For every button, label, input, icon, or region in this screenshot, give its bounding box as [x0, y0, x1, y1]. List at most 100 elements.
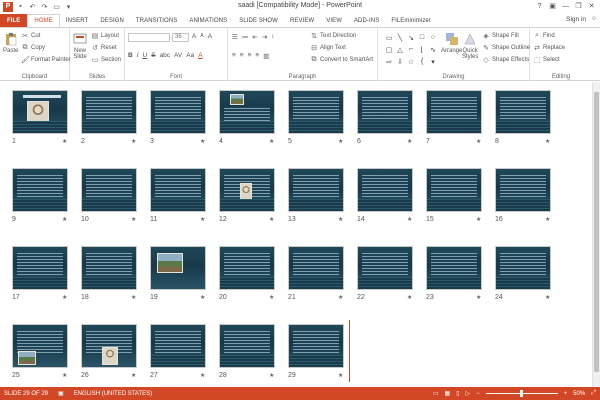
select-button[interactable]: ⬚ Select	[533, 56, 560, 64]
shadow-button[interactable]: abc	[160, 52, 170, 59]
slide-thumbnail[interactable]	[288, 168, 344, 212]
slide-transition-icon[interactable]: ★	[62, 138, 67, 145]
slide-sorter-view-icon[interactable]: ▦	[445, 390, 451, 397]
slide-thumbnail[interactable]	[150, 168, 206, 212]
tab-file[interactable]: FILE	[0, 14, 28, 27]
slide-thumbnail[interactable]	[495, 246, 551, 290]
slide-transition-icon[interactable]: ★	[62, 216, 67, 223]
slideshow-view-icon[interactable]: ▷	[466, 390, 471, 397]
minimize-button[interactable]: —	[559, 0, 572, 12]
align-right-icon[interactable]: ≡	[248, 52, 252, 60]
italic-button[interactable]: I	[137, 52, 139, 59]
slide-thumbnail[interactable]	[12, 90, 68, 134]
normal-view-icon[interactable]: ▭	[433, 390, 439, 397]
maximize-button[interactable]: ❐	[572, 0, 585, 12]
text-direction-button[interactable]: ⇅ Text Direction	[310, 32, 356, 40]
grow-font-button[interactable]: A	[192, 33, 196, 40]
slide-thumbnail[interactable]	[219, 90, 275, 134]
slide-transition-icon[interactable]: ★	[338, 138, 343, 145]
slide-transition-icon[interactable]: ★	[62, 294, 67, 301]
slide-thumbnail[interactable]	[219, 246, 275, 290]
slide-transition-icon[interactable]: ★	[476, 294, 481, 301]
vertical-scrollbar[interactable]	[592, 82, 600, 387]
bullets-icon[interactable]: ☰	[232, 33, 238, 41]
copy-button[interactable]: ⧉ Copy	[21, 44, 46, 52]
line-spacing-icon[interactable]: ↕	[271, 33, 274, 41]
slide-transition-icon[interactable]: ★	[200, 216, 205, 223]
slide-thumbnail[interactable]	[81, 168, 137, 212]
slide-transition-icon[interactable]: ★	[545, 138, 550, 145]
slide-transition-icon[interactable]: ★	[407, 294, 412, 301]
slide-thumbnail[interactable]	[219, 324, 275, 368]
shape-rect-icon[interactable]: □	[417, 32, 427, 43]
slide-transition-icon[interactable]: ★	[131, 138, 136, 145]
slide-transition-icon[interactable]: ★	[62, 372, 67, 379]
tab-fileminimizer[interactable]: FILEminimizer	[385, 14, 437, 27]
slide-transition-icon[interactable]: ★	[338, 372, 343, 379]
layout-button[interactable]: ▤ Layout	[91, 32, 119, 40]
slide-thumbnail[interactable]	[81, 246, 137, 290]
slide-thumbnail[interactable]	[150, 324, 206, 368]
align-center-icon[interactable]: ≡	[240, 52, 244, 60]
language-status[interactable]: ENGLISH (UNITED STATES)	[74, 391, 152, 397]
shape-arrow-down-icon[interactable]: ⇩	[395, 56, 405, 67]
slide-thumbnail[interactable]	[357, 168, 413, 212]
shape-effects-button[interactable]: ◇ Shape Effects	[482, 56, 529, 64]
shape-textbox-icon[interactable]: ▭	[384, 32, 394, 43]
columns-icon[interactable]: ▥	[263, 52, 269, 60]
reset-button[interactable]: ↺ Reset	[91, 44, 117, 52]
slide-transition-icon[interactable]: ★	[131, 294, 136, 301]
tab-animations[interactable]: ANIMATIONS	[183, 14, 233, 27]
slide-transition-icon[interactable]: ★	[476, 216, 481, 223]
shape-triangle-icon[interactable]: △	[395, 44, 405, 55]
shape-brace-icon[interactable]: {	[417, 56, 427, 67]
shapes-gallery[interactable]: ▭ ╲ ↘ □ ○ ▢ △ ⌐ ⌊ ∿ ⇨ ⇩ ☆ { ▾	[384, 32, 440, 68]
change-case-button[interactable]: Aa	[186, 52, 194, 59]
fit-slide-icon[interactable]: ⤢	[591, 390, 596, 397]
zoom-in-button[interactable]: +	[564, 391, 568, 397]
user-icon[interactable]: ☺	[591, 16, 597, 22]
slide-transition-icon[interactable]: ★	[200, 372, 205, 379]
slide-transition-icon[interactable]: ★	[338, 294, 343, 301]
slide-thumbnail[interactable]	[426, 90, 482, 134]
tab-add-ins[interactable]: ADD-INS	[348, 14, 385, 27]
shrink-font-button[interactable]: A	[200, 33, 203, 40]
slideshow-start-icon[interactable]: ▭	[52, 2, 61, 11]
slide-thumbnail[interactable]	[150, 246, 206, 290]
shape-outline-button[interactable]: ✎ Shape Outline	[482, 44, 530, 52]
justify-icon[interactable]: ≡	[255, 52, 259, 60]
help-button[interactable]: ?	[533, 0, 546, 12]
tab-view[interactable]: VIEW	[320, 14, 348, 27]
shape-fill-button[interactable]: ◈ Shape Fill	[482, 32, 518, 40]
shape-curve-icon[interactable]: ∿	[428, 44, 438, 55]
slide-thumbnail[interactable]	[426, 246, 482, 290]
slide-thumbnail[interactable]	[81, 90, 137, 134]
slide-transition-icon[interactable]: ★	[269, 138, 274, 145]
shape-line-icon[interactable]: ╲	[395, 32, 405, 43]
slide-transition-icon[interactable]: ★	[200, 138, 205, 145]
slide-transition-icon[interactable]: ★	[338, 216, 343, 223]
slide-thumbnail[interactable]	[357, 90, 413, 134]
tab-review[interactable]: REVIEW	[284, 14, 320, 27]
sign-in-link[interactable]: Sign in	[566, 16, 586, 23]
slide-thumbnail[interactable]	[12, 246, 68, 290]
zoom-level[interactable]: 50%	[573, 391, 585, 397]
font-color-button[interactable]: A	[198, 52, 202, 59]
slide-transition-icon[interactable]: ★	[407, 216, 412, 223]
shape-more-icon[interactable]: ▾	[428, 56, 438, 67]
slide-transition-icon[interactable]: ★	[545, 294, 550, 301]
underline-button[interactable]: U	[143, 52, 148, 59]
slide-transition-icon[interactable]: ★	[269, 294, 274, 301]
slide-thumbnail[interactable]	[81, 324, 137, 368]
replace-button[interactable]: ⇄ Replace	[533, 44, 565, 52]
format-painter-button[interactable]: 🖌 Format Painter	[21, 56, 71, 64]
redo-icon[interactable]: ↷	[40, 2, 49, 11]
clear-format-button[interactable]: A	[208, 33, 212, 40]
slide-thumbnail[interactable]	[288, 324, 344, 368]
increase-indent-icon[interactable]: ⇥	[262, 33, 267, 41]
shape-corner-icon[interactable]: ⌊	[417, 44, 427, 55]
tab-home[interactable]: HOME	[27, 14, 60, 27]
paste-button[interactable]: Paste	[3, 32, 18, 54]
new-slide-button[interactable]: New Slide	[73, 32, 87, 60]
slide-transition-icon[interactable]: ★	[131, 372, 136, 379]
